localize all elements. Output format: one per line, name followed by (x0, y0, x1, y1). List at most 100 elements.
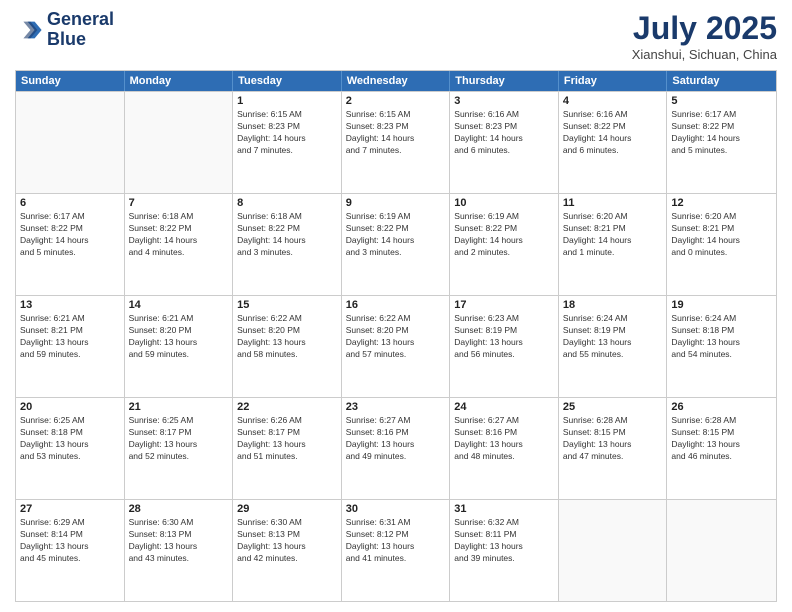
cell-line: Sunrise: 6:22 AM (346, 313, 446, 325)
day-header-sunday: Sunday (16, 71, 125, 91)
cell-line: Sunrise: 6:30 AM (237, 517, 337, 529)
calendar-cell: 14Sunrise: 6:21 AMSunset: 8:20 PMDayligh… (125, 296, 234, 397)
cell-line: and 42 minutes. (237, 553, 337, 565)
day-header-monday: Monday (125, 71, 234, 91)
cell-line: and 43 minutes. (129, 553, 229, 565)
day-number: 26 (671, 401, 772, 413)
month-title: July 2025 (632, 10, 777, 47)
day-number: 9 (346, 197, 446, 209)
cell-line: Sunset: 8:23 PM (346, 121, 446, 133)
cell-line: Sunrise: 6:17 AM (671, 109, 772, 121)
calendar-cell: 29Sunrise: 6:30 AMSunset: 8:13 PMDayligh… (233, 500, 342, 601)
cell-line: Daylight: 13 hours (671, 337, 772, 349)
cell-line: and 3 minutes. (346, 247, 446, 259)
cell-line: Daylight: 13 hours (20, 337, 120, 349)
cell-line: Daylight: 14 hours (563, 235, 663, 247)
cell-line: and 58 minutes. (237, 349, 337, 361)
cell-line: Daylight: 13 hours (237, 337, 337, 349)
calendar-cell: 10Sunrise: 6:19 AMSunset: 8:22 PMDayligh… (450, 194, 559, 295)
day-number: 19 (671, 299, 772, 311)
calendar-cell: 9Sunrise: 6:19 AMSunset: 8:22 PMDaylight… (342, 194, 451, 295)
cell-line: Daylight: 14 hours (671, 235, 772, 247)
cell-line: Daylight: 13 hours (454, 439, 554, 451)
logo-line1: General (47, 10, 114, 30)
cell-line: and 54 minutes. (671, 349, 772, 361)
day-number: 3 (454, 95, 554, 107)
calendar-cell: 18Sunrise: 6:24 AMSunset: 8:19 PMDayligh… (559, 296, 668, 397)
calendar-cell: 23Sunrise: 6:27 AMSunset: 8:16 PMDayligh… (342, 398, 451, 499)
day-number: 2 (346, 95, 446, 107)
cell-line: Sunset: 8:11 PM (454, 529, 554, 541)
cell-line: Sunset: 8:22 PM (563, 121, 663, 133)
calendar-cell: 19Sunrise: 6:24 AMSunset: 8:18 PMDayligh… (667, 296, 776, 397)
cell-line: Sunset: 8:21 PM (20, 325, 120, 337)
cell-line: and 52 minutes. (129, 451, 229, 463)
cell-line: Daylight: 14 hours (237, 133, 337, 145)
day-number: 4 (563, 95, 663, 107)
calendar-cell: 7Sunrise: 6:18 AMSunset: 8:22 PMDaylight… (125, 194, 234, 295)
cell-line: Daylight: 14 hours (237, 235, 337, 247)
day-number: 15 (237, 299, 337, 311)
cell-line: Daylight: 13 hours (346, 541, 446, 553)
cell-line: Sunrise: 6:31 AM (346, 517, 446, 529)
cell-line: Sunrise: 6:19 AM (346, 211, 446, 223)
cell-line: and 7 minutes. (237, 145, 337, 157)
day-number: 11 (563, 197, 663, 209)
cell-line: Sunset: 8:17 PM (129, 427, 229, 439)
day-header-thursday: Thursday (450, 71, 559, 91)
cell-line: Sunrise: 6:28 AM (671, 415, 772, 427)
day-number: 28 (129, 503, 229, 515)
cell-line: Daylight: 14 hours (454, 235, 554, 247)
calendar-row: 6Sunrise: 6:17 AMSunset: 8:22 PMDaylight… (16, 193, 776, 295)
cell-line: Sunset: 8:15 PM (671, 427, 772, 439)
calendar-cell: 27Sunrise: 6:29 AMSunset: 8:14 PMDayligh… (16, 500, 125, 601)
cell-line: and 6 minutes. (454, 145, 554, 157)
day-number: 18 (563, 299, 663, 311)
cell-line: Sunrise: 6:15 AM (237, 109, 337, 121)
cell-line: Sunset: 8:18 PM (20, 427, 120, 439)
cell-line: Sunset: 8:12 PM (346, 529, 446, 541)
logo-line2: Blue (47, 30, 114, 50)
cell-line: Sunset: 8:20 PM (129, 325, 229, 337)
cell-line: Sunset: 8:16 PM (454, 427, 554, 439)
cell-line: Sunrise: 6:16 AM (454, 109, 554, 121)
calendar-cell (125, 92, 234, 193)
calendar-cell: 11Sunrise: 6:20 AMSunset: 8:21 PMDayligh… (559, 194, 668, 295)
day-number: 7 (129, 197, 229, 209)
day-number: 8 (237, 197, 337, 209)
cell-line: Daylight: 13 hours (129, 541, 229, 553)
title-section: July 2025 Xianshui, Sichuan, China (632, 10, 777, 62)
cell-line: and 5 minutes. (20, 247, 120, 259)
logo: General Blue (15, 10, 114, 50)
cell-line: Daylight: 13 hours (563, 439, 663, 451)
cell-line: and 47 minutes. (563, 451, 663, 463)
day-number: 23 (346, 401, 446, 413)
calendar-cell: 15Sunrise: 6:22 AMSunset: 8:20 PMDayligh… (233, 296, 342, 397)
header: General Blue July 2025 Xianshui, Sichuan… (15, 10, 777, 62)
cell-line: Daylight: 14 hours (671, 133, 772, 145)
cell-line: Sunrise: 6:27 AM (454, 415, 554, 427)
calendar-cell: 21Sunrise: 6:25 AMSunset: 8:17 PMDayligh… (125, 398, 234, 499)
cell-line: Sunrise: 6:23 AM (454, 313, 554, 325)
cell-line: Sunrise: 6:26 AM (237, 415, 337, 427)
calendar-cell: 26Sunrise: 6:28 AMSunset: 8:15 PMDayligh… (667, 398, 776, 499)
calendar-cell: 20Sunrise: 6:25 AMSunset: 8:18 PMDayligh… (16, 398, 125, 499)
calendar-cell: 17Sunrise: 6:23 AMSunset: 8:19 PMDayligh… (450, 296, 559, 397)
cell-line: and 51 minutes. (237, 451, 337, 463)
calendar-cell: 28Sunrise: 6:30 AMSunset: 8:13 PMDayligh… (125, 500, 234, 601)
calendar: SundayMondayTuesdayWednesdayThursdayFrid… (15, 70, 777, 602)
cell-line: Daylight: 13 hours (20, 541, 120, 553)
cell-line: and 4 minutes. (129, 247, 229, 259)
cell-line: and 57 minutes. (346, 349, 446, 361)
calendar-cell: 5Sunrise: 6:17 AMSunset: 8:22 PMDaylight… (667, 92, 776, 193)
cell-line: Daylight: 13 hours (237, 541, 337, 553)
cell-line: Daylight: 14 hours (563, 133, 663, 145)
cell-line: Daylight: 14 hours (20, 235, 120, 247)
calendar-cell: 12Sunrise: 6:20 AMSunset: 8:21 PMDayligh… (667, 194, 776, 295)
cell-line: and 55 minutes. (563, 349, 663, 361)
cell-line: Sunset: 8:16 PM (346, 427, 446, 439)
calendar-cell: 24Sunrise: 6:27 AMSunset: 8:16 PMDayligh… (450, 398, 559, 499)
cell-line: and 7 minutes. (346, 145, 446, 157)
calendar-cell: 3Sunrise: 6:16 AMSunset: 8:23 PMDaylight… (450, 92, 559, 193)
cell-line: Sunrise: 6:28 AM (563, 415, 663, 427)
